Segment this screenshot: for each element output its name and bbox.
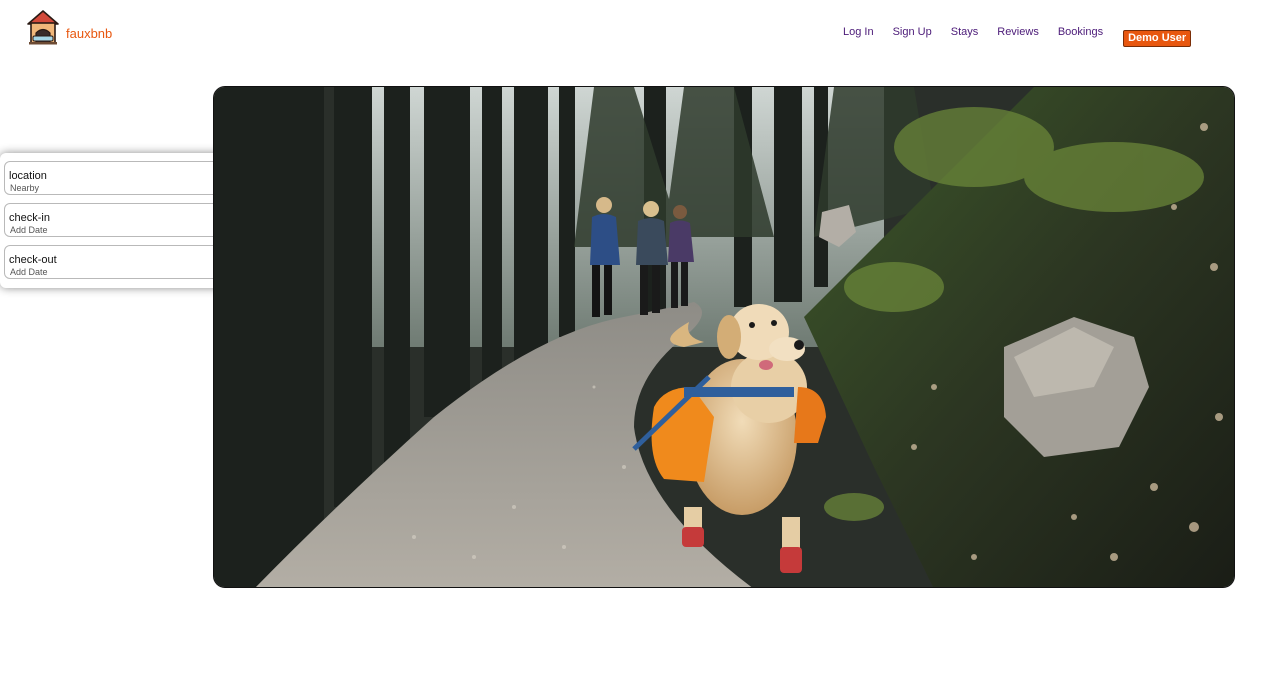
checkout-label: check-out <box>9 254 57 266</box>
login-link[interactable]: Log In <box>843 25 874 39</box>
reviews-link[interactable]: Reviews <box>997 25 1039 39</box>
forest-trail-illustration <box>214 87 1234 587</box>
checkin-value: Add Date <box>10 225 48 235</box>
top-nav: Log In Sign Up Stays Reviews Bookings De… <box>843 16 1192 47</box>
checkin-label: check-in <box>9 212 50 224</box>
location-value: Nearby <box>10 183 40 193</box>
demo-user-button[interactable]: Demo User <box>1123 30 1192 47</box>
house-logo-icon <box>27 10 59 45</box>
bookings-link[interactable]: Bookings <box>1058 25 1103 39</box>
signup-link[interactable]: Sign Up <box>893 25 932 39</box>
hero-image <box>213 86 1235 588</box>
brand-name: fauxbnb <box>66 25 113 41</box>
stays-link[interactable]: Stays <box>951 25 979 39</box>
location-label: location <box>9 170 47 182</box>
checkout-value: Add Date <box>10 267 48 277</box>
home-logo-link[interactable]: fauxbnb <box>26 9 112 45</box>
